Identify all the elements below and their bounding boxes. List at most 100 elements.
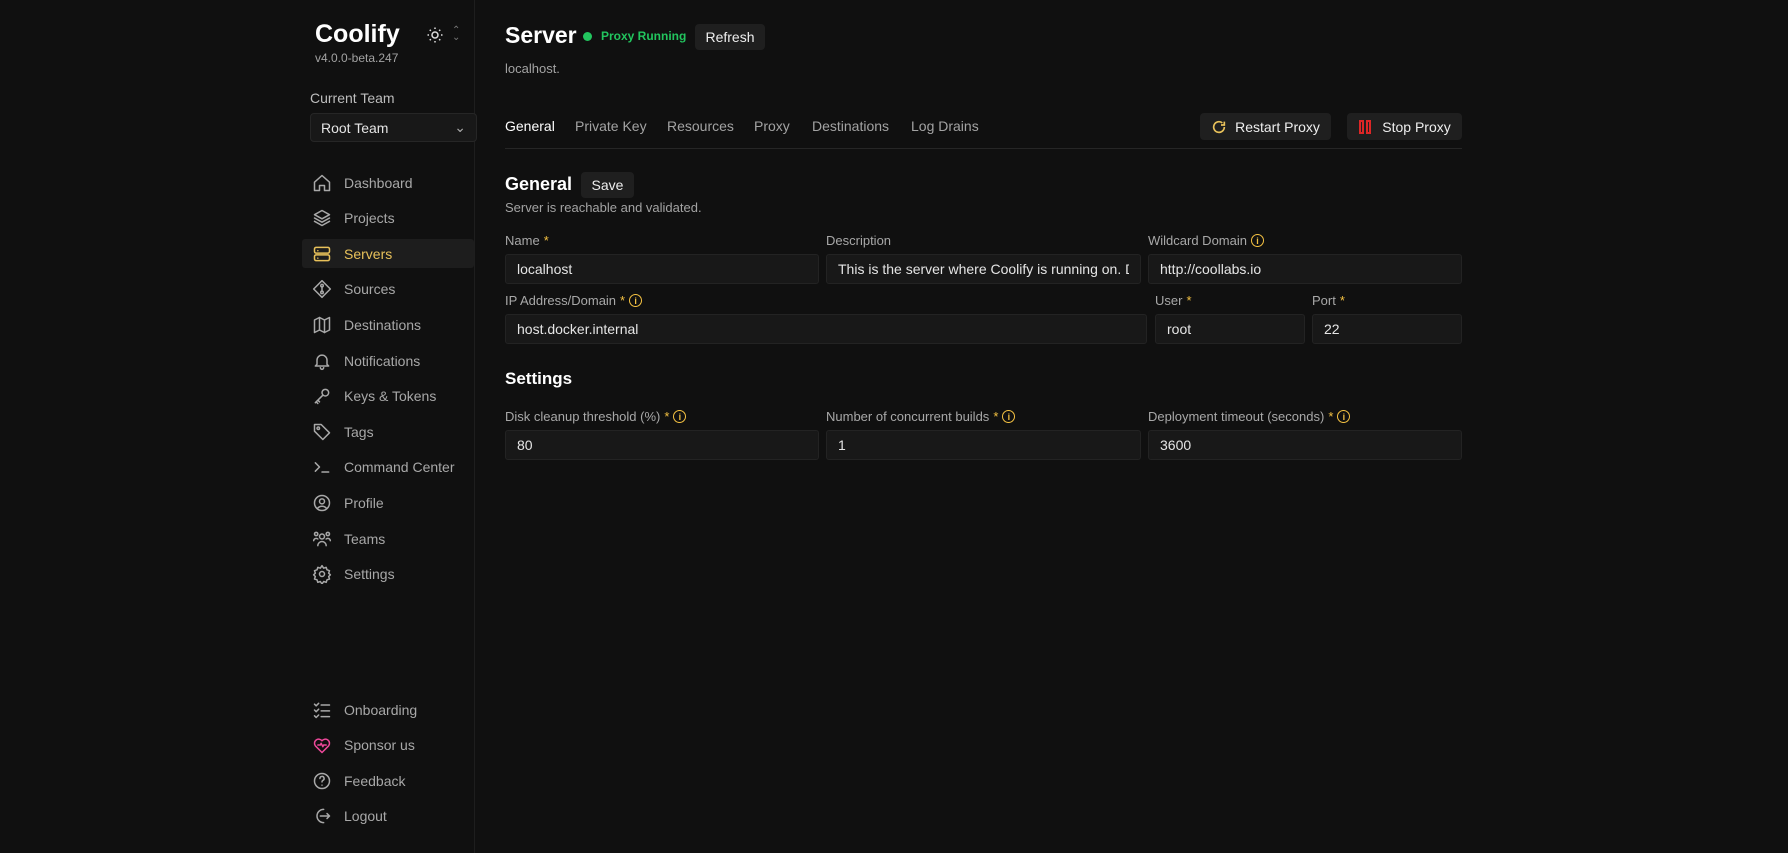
sidebar-item-servers[interactable]: Servers bbox=[302, 239, 474, 269]
sidebar-item-settings[interactable]: Settings bbox=[302, 560, 474, 589]
restart-proxy-button[interactable]: Restart Proxy bbox=[1200, 113, 1331, 140]
sidebar-item-label: Tags bbox=[344, 423, 374, 440]
user-input[interactable] bbox=[1155, 314, 1305, 344]
required-icon: * bbox=[1328, 409, 1334, 424]
deployment-timeout-input[interactable] bbox=[1148, 430, 1462, 460]
sidebar-item-sponsor-us[interactable]: Sponsor us bbox=[302, 731, 474, 760]
disk-label-text: Disk cleanup threshold (%) bbox=[505, 409, 661, 424]
proxy-status-badge: Proxy Running bbox=[601, 29, 687, 43]
page-title: Server bbox=[505, 22, 577, 48]
sidebar-item-label: Teams bbox=[344, 530, 386, 547]
sidebar-item-tags[interactable]: Tags bbox=[302, 417, 474, 446]
team-select[interactable]: Root Team ⌄ bbox=[310, 113, 477, 142]
ip-address-input[interactable] bbox=[505, 314, 1147, 344]
checklist-icon bbox=[313, 702, 331, 718]
sidebar-item-sources[interactable]: Sources bbox=[302, 275, 474, 304]
wildcard-label-text: Wildcard Domain bbox=[1148, 233, 1247, 248]
sidebar-item-destinations[interactable]: Destinations bbox=[302, 310, 474, 339]
disk-threshold-input[interactable] bbox=[505, 430, 819, 460]
sidebar-item-label: Command Center bbox=[344, 459, 455, 476]
heart-icon bbox=[313, 738, 331, 754]
app-logo: Coolify bbox=[315, 20, 400, 48]
wildcard-domain-input[interactable] bbox=[1148, 254, 1462, 284]
sidebar-item-label: Onboarding bbox=[344, 701, 418, 718]
sidebar-item-dashboard[interactable]: Dashboard bbox=[302, 168, 474, 197]
sidebar-item-feedback[interactable]: Feedback bbox=[302, 766, 474, 795]
sidebar-item-projects[interactable]: Projects bbox=[302, 204, 474, 233]
user-icon bbox=[313, 494, 331, 512]
sidebar-item-profile[interactable]: Profile bbox=[302, 488, 474, 517]
user-label: User * bbox=[1155, 293, 1192, 308]
builds-label: Number of concurrent builds * i bbox=[826, 409, 1016, 424]
required-icon: * bbox=[1186, 293, 1192, 308]
sidebar-item-teams[interactable]: Teams bbox=[302, 524, 474, 553]
timeout-label-text: Deployment timeout (seconds) bbox=[1148, 409, 1325, 424]
sidebar-item-label: Projects bbox=[344, 210, 395, 227]
general-heading: General bbox=[505, 174, 573, 194]
builds-label-text: Number of concurrent builds bbox=[826, 409, 990, 424]
info-icon[interactable]: i bbox=[1337, 410, 1351, 423]
save-button[interactable]: Save bbox=[581, 172, 634, 198]
name-label: Name * bbox=[505, 233, 549, 248]
sidebar-item-onboarding[interactable]: Onboarding bbox=[302, 695, 474, 724]
status-dot-icon bbox=[583, 32, 592, 41]
required-icon: * bbox=[620, 293, 626, 308]
sidebar-item-command-center[interactable]: Command Center bbox=[302, 453, 474, 482]
settings-heading: Settings bbox=[505, 369, 573, 388]
sidebar-item-label: Notifications bbox=[344, 352, 421, 369]
page-subtitle: localhost. bbox=[505, 61, 560, 76]
info-icon[interactable]: i bbox=[1002, 410, 1016, 423]
sidebar-item-label: Logout bbox=[344, 808, 387, 825]
gear-icon bbox=[312, 565, 332, 585]
sidebar-item-logout[interactable]: Logout bbox=[302, 802, 474, 831]
home-icon bbox=[313, 174, 331, 191]
ip-label: IP Address/Domain * i bbox=[505, 293, 643, 308]
disk-label: Disk cleanup threshold (%) * i bbox=[505, 409, 687, 424]
restart-proxy-label: Restart Proxy bbox=[1235, 118, 1320, 135]
timeout-label: Deployment timeout (seconds) * i bbox=[1148, 409, 1351, 424]
key-icon bbox=[314, 388, 330, 405]
sidebar-item-label: Sources bbox=[344, 281, 396, 298]
refresh-button[interactable]: Refresh bbox=[695, 24, 765, 50]
info-icon[interactable]: i bbox=[1250, 234, 1264, 247]
sidebar-item-label: Settings bbox=[344, 566, 395, 583]
current-team-label: Current Team bbox=[310, 90, 395, 106]
description-label: Description bbox=[826, 233, 892, 248]
port-label-text: Port bbox=[1312, 293, 1336, 308]
name-label-text: Name bbox=[505, 233, 540, 248]
terminal-icon bbox=[314, 462, 330, 474]
tab-general[interactable]: General bbox=[505, 118, 555, 134]
tab-proxy[interactable]: Proxy bbox=[754, 118, 790, 134]
info-icon[interactable]: i bbox=[673, 410, 687, 423]
sidebar-item-keys-tokens[interactable]: Keys & Tokens bbox=[302, 382, 474, 411]
tag-icon bbox=[313, 423, 331, 440]
tab-destinations[interactable]: Destinations bbox=[812, 118, 889, 134]
server-status-text: Server is reachable and validated. bbox=[505, 200, 702, 215]
help-icon bbox=[313, 772, 331, 789]
sidebar-item-label: Dashboard bbox=[344, 174, 413, 191]
logout-icon bbox=[316, 808, 331, 824]
theme-chevron-icon[interactable]: ⌃ ⌄ bbox=[452, 26, 460, 43]
name-input[interactable] bbox=[505, 254, 819, 284]
sidebar-item-notifications[interactable]: Notifications bbox=[302, 346, 474, 375]
required-icon: * bbox=[1339, 293, 1345, 308]
stop-proxy-button[interactable]: Stop Proxy bbox=[1347, 113, 1462, 140]
sidebar-item-label: Keys & Tokens bbox=[344, 388, 437, 405]
theme-sun-icon[interactable] bbox=[426, 26, 444, 44]
tab-resources[interactable]: Resources bbox=[667, 118, 734, 134]
tab-log-drains[interactable]: Log Drains bbox=[911, 118, 979, 134]
wildcard-label: Wildcard Domain i bbox=[1148, 233, 1264, 248]
user-label-text: User bbox=[1155, 293, 1183, 308]
concurrent-builds-input[interactable] bbox=[826, 430, 1141, 460]
users-icon bbox=[312, 531, 332, 546]
tab-private-key[interactable]: Private Key bbox=[575, 118, 647, 134]
required-icon: * bbox=[664, 409, 670, 424]
sidebar-item-label: Destinations bbox=[344, 316, 422, 333]
app-version: v4.0.0-beta.247 bbox=[315, 51, 399, 65]
sidebar-item-label: Servers bbox=[344, 245, 393, 262]
description-input[interactable] bbox=[826, 254, 1141, 284]
port-input[interactable] bbox=[1312, 314, 1462, 344]
sidebar: Coolify v4.0.0-beta.247 ⌃ ⌄ Current Team … bbox=[0, 0, 477, 853]
info-icon[interactable]: i bbox=[629, 294, 643, 307]
team-select-value: Root Team bbox=[321, 119, 389, 136]
